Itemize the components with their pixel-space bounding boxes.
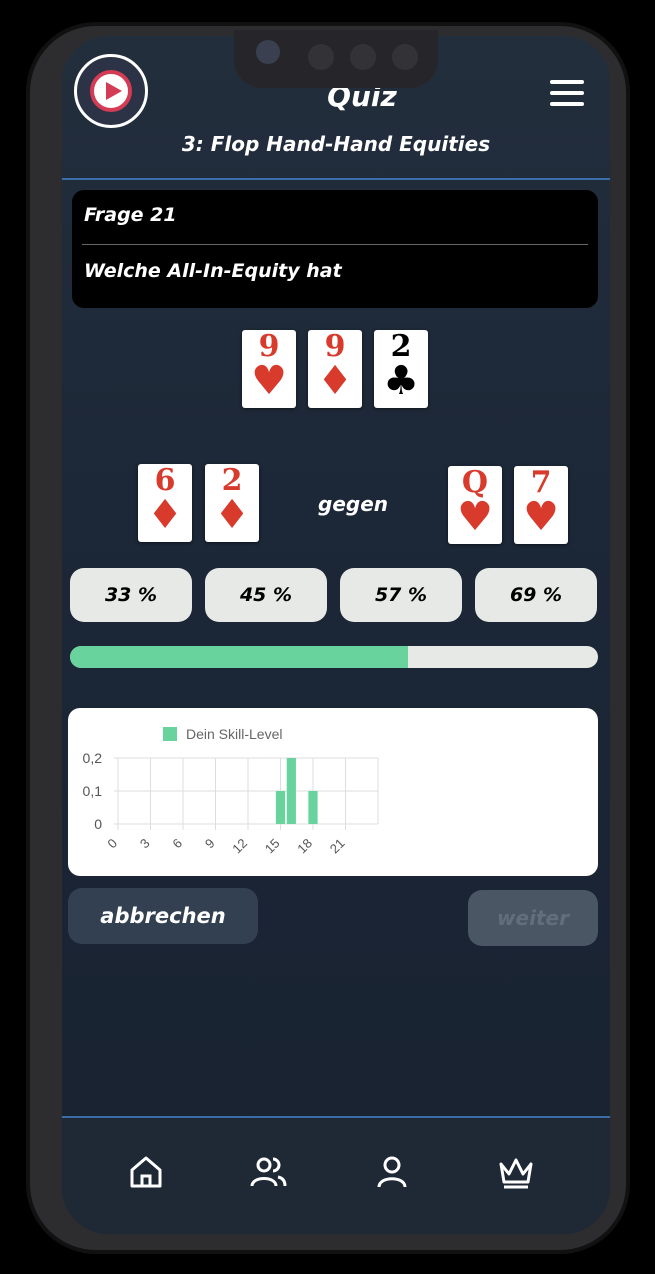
skill-level-chart: Dein Skill-Level 0 3 6 9 12 15 18 21 0 0,1 0,2: [68, 708, 598, 876]
x-tick-label: 6: [169, 836, 185, 852]
chart-bar: [275, 791, 286, 824]
profile-icon[interactable]: [372, 1152, 412, 1192]
timer-progress-bar: [70, 646, 598, 668]
board-card: 2 ♣: [374, 330, 428, 408]
x-tick-label: 3: [137, 836, 153, 852]
board-card: 9 ♦: [308, 330, 362, 408]
users-icon[interactable]: [248, 1152, 288, 1192]
card-suit-icon: ♣: [383, 358, 419, 404]
question-number: Frage 21: [84, 204, 177, 226]
card-suit-icon: ♥: [457, 494, 493, 540]
villain-card: 7 ♥: [514, 466, 568, 544]
answer-button[interactable]: 69 %: [475, 568, 597, 622]
card-suit-icon: ♥: [523, 494, 559, 540]
villain-card: Q ♥: [448, 466, 502, 544]
hero-card: 6 ♦: [138, 464, 192, 542]
sensor-icon: [350, 44, 376, 70]
hero-card: 2 ♦: [205, 464, 259, 542]
chart-bar: [286, 758, 296, 824]
camera-icon: [256, 40, 280, 64]
answer-button[interactable]: 57 %: [340, 568, 462, 622]
question-text: Welche All-In-Equity hat: [84, 260, 342, 282]
card-suit-icon: ♦: [317, 358, 353, 404]
card-suit-icon: ♥: [251, 358, 287, 404]
x-tick-label: 12: [229, 836, 250, 857]
card-suit-icon: ♦: [214, 492, 250, 538]
x-tick-label: 15: [262, 836, 283, 857]
quiz-subtitle: 3: Flop Hand-Hand Equities: [181, 132, 491, 156]
home-icon[interactable]: [126, 1152, 166, 1192]
crown-icon[interactable]: [496, 1152, 536, 1192]
y-tick-label: 0,2: [83, 750, 103, 766]
versus-label: gegen: [318, 492, 388, 516]
next-button[interactable]: weiter: [468, 890, 598, 946]
play-icon: [106, 82, 122, 100]
chart-svg: Dein Skill-Level 0 3 6 9 12 15 18 21 0 0,1 0,2: [83, 726, 379, 857]
app-screen: Quiz 3: Flop Hand-Hand Equities Frage 21…: [62, 36, 610, 1234]
sensor-icon: [392, 44, 418, 70]
x-tick-label: 21: [327, 836, 348, 857]
divider: [82, 244, 588, 245]
hamburger-menu-icon[interactable]: [550, 80, 584, 108]
divider: [62, 178, 610, 180]
bottom-nav: [62, 1118, 610, 1234]
app-logo[interactable]: [74, 54, 148, 128]
sensor-icon: [308, 44, 334, 70]
y-tick-label: 0,1: [83, 783, 103, 799]
x-tick-label: 0: [104, 836, 120, 852]
x-tick-label: 18: [294, 836, 315, 857]
answer-button[interactable]: 45 %: [205, 568, 327, 622]
legend-label: Dein Skill-Level: [186, 726, 282, 742]
question-box: Frage 21 Welche All-In-Equity hat: [72, 190, 598, 308]
answer-button[interactable]: 33 %: [70, 568, 192, 622]
y-tick-label: 0: [94, 816, 102, 832]
cancel-button[interactable]: abbrechen: [68, 888, 258, 944]
board-card: 9 ♥: [242, 330, 296, 408]
legend-swatch: [163, 727, 177, 741]
poker-chip-icon: [90, 70, 132, 112]
x-tick-label: 9: [202, 836, 218, 852]
camera-notch: [234, 30, 438, 88]
timer-progress-fill: [70, 646, 408, 668]
card-suit-icon: ♦: [147, 492, 183, 538]
chart-bar: [308, 791, 318, 824]
